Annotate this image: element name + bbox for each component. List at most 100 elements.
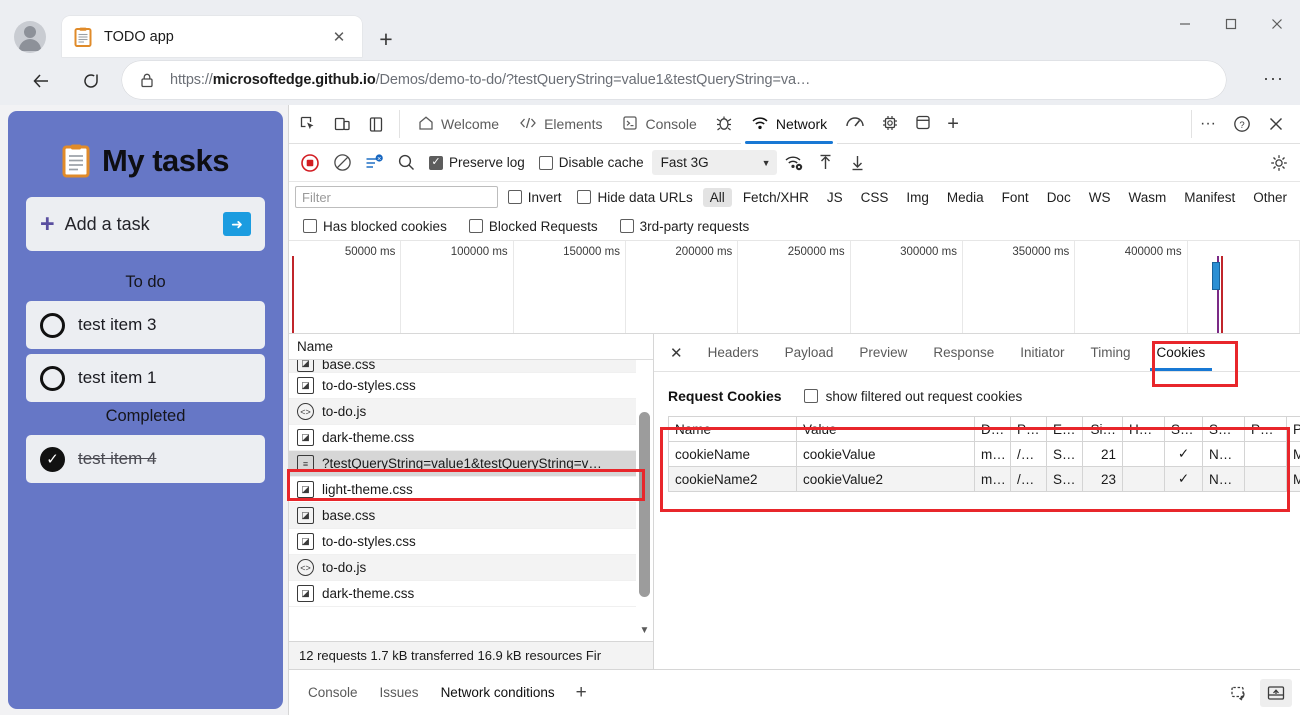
request-list-scrollbar[interactable]: ▲ ▼ <box>636 360 653 641</box>
help-icon[interactable]: ? <box>1226 110 1258 138</box>
browser-more-button[interactable]: ··· <box>1263 68 1284 89</box>
col-partition-key[interactable]: P… <box>1244 416 1287 442</box>
table-row[interactable]: ◪ dark-theme.css <box>289 581 653 607</box>
browser-tab[interactable]: TODO app ✕ <box>62 16 362 57</box>
filter-icon[interactable]: ✕ <box>359 149 389 177</box>
network-overview-timeline[interactable]: 50000 ms 100000 ms 150000 ms 200000 ms 2… <box>289 241 1300 334</box>
col-priority[interactable]: P. <box>1286 416 1300 442</box>
throttling-select[interactable]: Fast 3G ▼ <box>651 150 777 175</box>
tab-console[interactable]: Console <box>612 105 706 144</box>
tab-initiator[interactable]: Initiator <box>1007 334 1077 371</box>
back-button[interactable] <box>22 62 60 100</box>
export-har-icon[interactable] <box>843 149 873 177</box>
tab-preview[interactable]: Preview <box>846 334 920 371</box>
filter-type-all[interactable]: All <box>702 187 732 207</box>
tab-close-icon[interactable]: ✕ <box>328 26 350 48</box>
tab-performance[interactable] <box>837 105 873 144</box>
tab-cookies[interactable]: Cookies <box>1144 334 1219 371</box>
tab-network[interactable]: Network <box>740 104 838 144</box>
new-tab-button[interactable]: + <box>372 25 400 53</box>
has-blocked-cookies-checkbox[interactable]: Has blocked cookies <box>297 219 453 234</box>
drawer-add-tab-button[interactable]: + <box>566 682 597 704</box>
filter-type-font[interactable]: Font <box>995 188 1036 207</box>
list-item[interactable]: ✓ test item 4 <box>26 435 265 483</box>
table-row[interactable]: ◪ base.css <box>289 503 653 529</box>
task-checkbox-checked-icon[interactable]: ✓ <box>40 446 65 472</box>
tab-timing[interactable]: Timing <box>1078 334 1144 371</box>
drawer-tab-issues[interactable]: Issues <box>369 680 430 705</box>
add-task-input[interactable]: + Add a task ➜ <box>26 197 265 251</box>
tab-sources-debugger[interactable] <box>707 105 741 144</box>
filter-type-img[interactable]: Img <box>899 188 936 207</box>
blocked-requests-checkbox[interactable]: Blocked Requests <box>463 219 604 234</box>
close-devtools-button[interactable] <box>1260 110 1292 138</box>
table-row-selected[interactable]: ≡ ?testQueryString=value1&testQueryStrin… <box>289 451 653 477</box>
task-checkbox-icon[interactable] <box>40 312 65 338</box>
reload-button[interactable] <box>72 62 110 100</box>
tab-elements[interactable]: Elements <box>509 105 612 144</box>
scroll-down-arrow-icon[interactable]: ▼ <box>636 622 653 639</box>
invert-checkbox[interactable]: Invert <box>502 190 568 205</box>
third-party-requests-checkbox[interactable]: 3rd-party requests <box>614 219 756 234</box>
col-expires[interactable]: E… <box>1046 416 1083 442</box>
device-emulation-icon[interactable] <box>327 110 357 138</box>
filter-type-wasm[interactable]: Wasm <box>1121 188 1173 207</box>
devtools-more-button[interactable]: ··· <box>1192 110 1224 138</box>
gear-icon[interactable] <box>1264 149 1294 177</box>
col-size[interactable]: Si… <box>1082 416 1123 442</box>
table-row[interactable]: cookieName cookieValue m… /… S… 21 ✓ N… <box>668 441 1300 467</box>
clear-icon[interactable] <box>327 149 357 177</box>
filter-type-other[interactable]: Other <box>1246 188 1294 207</box>
col-value[interactable]: Value <box>796 416 975 442</box>
filter-type-manifest[interactable]: Manifest <box>1177 188 1242 207</box>
filter-type-js[interactable]: JS <box>820 188 850 207</box>
submit-task-button[interactable]: ➜ <box>223 212 251 236</box>
import-har-icon[interactable] <box>811 149 841 177</box>
search-icon[interactable] <box>391 149 421 177</box>
request-column-header[interactable]: Name <box>289 334 653 360</box>
tab-welcome[interactable]: Welcome <box>408 105 509 144</box>
filter-type-fetch-xhr[interactable]: Fetch/XHR <box>736 188 816 207</box>
table-row[interactable]: ◪ light-theme.css <box>289 477 653 503</box>
list-item[interactable]: test item 1 <box>26 354 265 402</box>
request-list[interactable]: ◪ base.css ◪ to-do-styles.css <> to-do.j… <box>289 360 653 641</box>
show-filtered-cookies-checkbox[interactable]: show filtered out request cookies <box>803 389 1022 404</box>
filter-type-css[interactable]: CSS <box>854 188 896 207</box>
tab-memory[interactable] <box>873 105 907 144</box>
inspect-icon[interactable] <box>293 110 323 138</box>
col-domain[interactable]: D… <box>974 416 1011 442</box>
col-name[interactable]: Name <box>668 416 797 442</box>
table-row[interactable]: ◪ to-do-styles.css <box>289 529 653 555</box>
close-detail-icon[interactable]: ✕ <box>658 334 695 371</box>
table-row[interactable]: ◪ dark-theme.css <box>289 425 653 451</box>
table-row[interactable]: ◪ base.css <box>289 360 653 373</box>
tab-payload[interactable]: Payload <box>772 334 847 371</box>
tab-response[interactable]: Response <box>920 334 1007 371</box>
col-secure[interactable]: S… <box>1164 416 1203 442</box>
hide-data-urls-checkbox[interactable]: Hide data URLs <box>571 190 698 205</box>
col-httponly[interactable]: H… <box>1122 416 1165 442</box>
dock-side-icon[interactable] <box>361 110 391 138</box>
avatar[interactable] <box>14 21 46 53</box>
cookies-table[interactable]: Name Value D… P… E… Si… H… S… S… P… P. <box>668 416 1300 492</box>
restore-drawer-icon[interactable] <box>1224 679 1256 707</box>
add-panel-button[interactable]: + <box>939 105 967 144</box>
table-row[interactable]: <> to-do.js <box>289 555 653 581</box>
table-row[interactable]: <> to-do.js <box>289 399 653 425</box>
filter-type-ws[interactable]: WS <box>1082 188 1118 207</box>
close-window-button[interactable] <box>1254 0 1300 48</box>
drawer-tab-network-conditions[interactable]: Network conditions <box>429 680 566 705</box>
drawer-tab-console[interactable]: Console <box>297 680 369 705</box>
filter-input[interactable]: Filter <box>295 186 498 208</box>
list-item[interactable]: test item 3 <box>26 301 265 349</box>
col-path[interactable]: P… <box>1010 416 1047 442</box>
minimize-button[interactable] <box>1162 0 1208 48</box>
record-stop-icon[interactable] <box>295 149 325 177</box>
task-checkbox-icon[interactable] <box>40 365 65 391</box>
scrollbar-thumb[interactable] <box>639 412 650 597</box>
address-bar[interactable]: https://microsoftedge.github.io/Demos/de… <box>122 61 1226 99</box>
network-conditions-icon[interactable] <box>779 149 809 177</box>
filter-type-media[interactable]: Media <box>940 188 991 207</box>
table-row[interactable]: ◪ to-do-styles.css <box>289 373 653 399</box>
preserve-log-checkbox[interactable]: Preserve log <box>423 155 531 170</box>
